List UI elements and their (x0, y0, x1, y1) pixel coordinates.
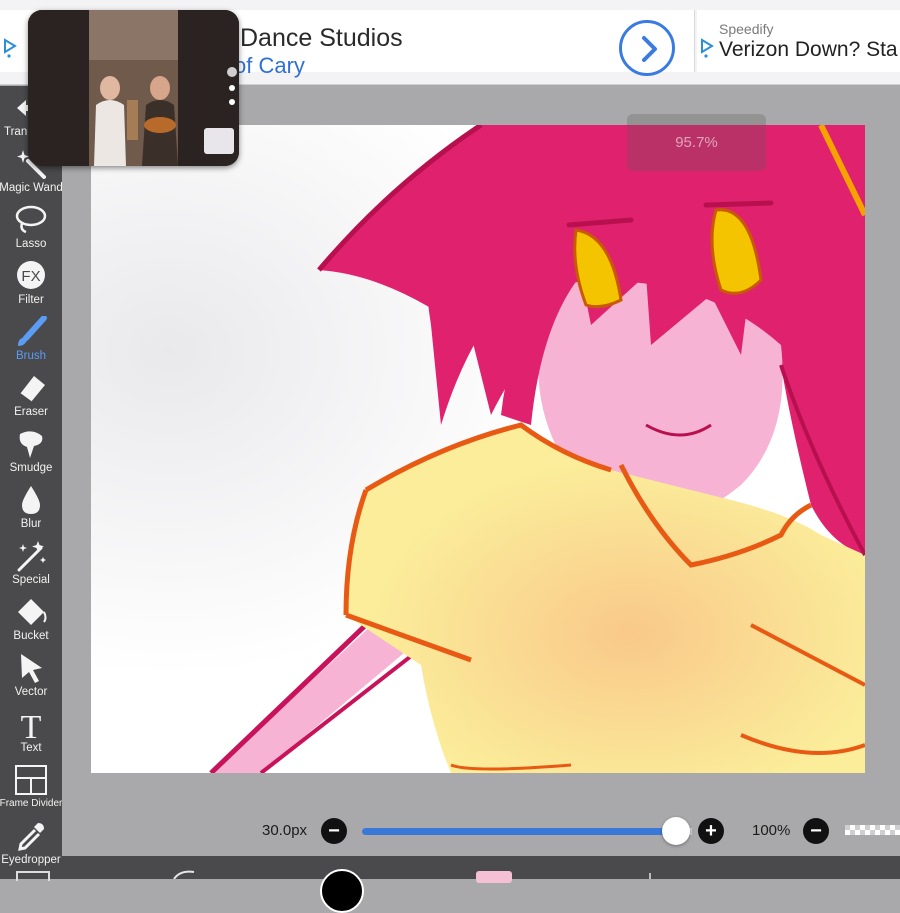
tool-vector[interactable]: Vector (0, 650, 62, 706)
tool-label: Smudge (9, 462, 53, 474)
divider (649, 873, 651, 879)
tool-label: Eraser (14, 406, 48, 418)
tool-label: Text (20, 742, 42, 754)
undo-icon[interactable] (170, 870, 198, 879)
drawing-canvas[interactable] (91, 125, 865, 773)
tool-sidebar: Tran Magic Wand Lasso FX Filter Brush Er… (0, 86, 63, 881)
tool-frame-divider[interactable]: Frame Divider (0, 762, 62, 818)
tool-bucket[interactable]: Bucket (0, 594, 62, 650)
ad2-brand: Speedify (719, 21, 774, 37)
opacity-minus-button[interactable]: − (803, 818, 829, 844)
plus-icon: + (705, 820, 717, 842)
artwork (91, 125, 865, 773)
ad-second[interactable]: Speedify Verizon Down? Sta (697, 10, 900, 72)
tool-label: Eyedropper (1, 854, 61, 866)
video-pip-window[interactable] (28, 10, 239, 166)
tool-special[interactable]: Special (0, 538, 62, 594)
blur-drop-icon (22, 486, 40, 514)
tool-label: Lasso (15, 238, 47, 250)
bucket-icon (18, 599, 47, 625)
tool-filter[interactable]: FX Filter (0, 258, 62, 314)
svg-text:T: T (21, 709, 42, 740)
minus-icon: − (810, 820, 822, 842)
slider-thumb[interactable] (661, 817, 690, 845)
tool-label: Magic Wand (0, 182, 63, 194)
sparkle-icon (17, 541, 46, 572)
size-plus-button[interactable]: + (698, 818, 724, 844)
eraser-icon (19, 376, 45, 403)
opacity-label: 100% (752, 822, 791, 839)
tool-label: Frame Divider (0, 798, 63, 809)
tool-eyedropper[interactable]: Eyedropper (0, 818, 62, 874)
text-icon: T (21, 709, 42, 740)
ad-subtitle[interactable]: of Cary (234, 53, 305, 79)
tool-text[interactable]: T Text (0, 706, 62, 762)
ad2-title[interactable]: Verizon Down? Sta (719, 38, 898, 62)
chevron-right-icon[interactable] (619, 20, 675, 76)
brush-icon (18, 316, 47, 346)
tool-lasso[interactable]: Lasso (0, 202, 62, 258)
cursor-arrow-icon (21, 654, 42, 683)
fx-icon: FX (17, 261, 45, 289)
tool-next-partial[interactable] (16, 871, 50, 881)
minus-icon: − (328, 820, 340, 842)
bottom-bar (62, 856, 900, 913)
tool-blur[interactable]: Blur (0, 482, 62, 538)
opacity-slider[interactable] (845, 825, 900, 835)
frame-divider-icon (15, 765, 47, 795)
tool-label: Blur (20, 518, 42, 530)
ad-title[interactable]: Dance Studios (240, 24, 403, 53)
tool-smudge[interactable]: Smudge (0, 426, 62, 482)
current-color-button[interactable] (320, 869, 364, 913)
secondary-color-swatch[interactable] (476, 871, 512, 883)
brush-size-slider[interactable] (362, 828, 676, 835)
adchoices-icon[interactable] (3, 38, 17, 60)
video-pip-icon (28, 10, 239, 166)
tool-label: Vector (14, 686, 48, 698)
size-minus-button[interactable]: − (321, 818, 347, 844)
tool-label: Filter (18, 294, 44, 306)
tool-label: Brush (15, 350, 47, 362)
zoom-indicator: 95.7% (627, 114, 766, 171)
tool-label: Bucket (13, 630, 49, 642)
smudge-icon (19, 431, 43, 458)
tool-label: Special (12, 574, 50, 586)
adchoices-icon[interactable] (700, 38, 714, 60)
tool-brush[interactable]: Brush (0, 314, 62, 370)
svg-text:FX: FX (21, 268, 40, 285)
tool-eraser[interactable]: Eraser (0, 370, 62, 426)
eyedropper-icon (18, 823, 44, 851)
lasso-icon (15, 205, 47, 234)
brush-size-label: 30.0px (262, 822, 308, 839)
